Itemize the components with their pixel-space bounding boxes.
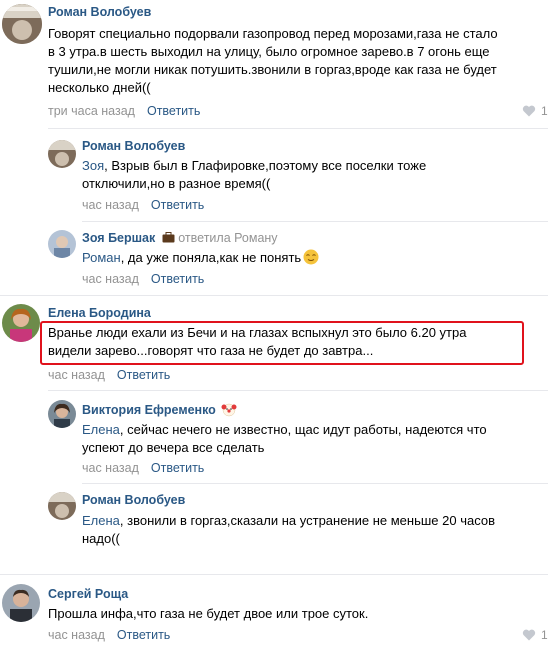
comment-line: отключили,но в разное время(( [82, 176, 271, 191]
avatar[interactable] [48, 400, 76, 428]
comment-text: Говорят специально подорвали газопровод … [48, 25, 548, 97]
reply-button[interactable]: Ответить [151, 198, 204, 212]
mention-link[interactable]: Роман [82, 250, 121, 265]
comment-time[interactable]: час назад [48, 628, 105, 642]
comment-line: Елена, сейчас нечего не известно, щас ид… [82, 421, 542, 439]
like-button[interactable]: 1 [522, 628, 548, 642]
comment-line: Зоя, Взрыв был в Глафировке,поэтому все … [82, 157, 542, 175]
comment-line: Прошла инфа,что газа не будет двое или т… [48, 606, 369, 621]
avatar-image [2, 304, 40, 342]
reply-button[interactable]: Ответить [147, 104, 200, 118]
reply-button[interactable]: Ответить [117, 628, 170, 642]
avatar-image [48, 492, 76, 520]
avatar-image [2, 584, 40, 622]
comment-author[interactable]: Роман Волобуев [82, 139, 185, 153]
avatar[interactable] [2, 4, 42, 44]
comment-text: Зоя, Взрыв был в Глафировке,поэтому все … [82, 157, 542, 193]
divider [48, 390, 548, 391]
avatar[interactable] [2, 584, 40, 622]
comment-author[interactable]: Зоя Бершак ответила Роману [82, 231, 278, 245]
comment-author[interactable]: Виктория Ефременко [82, 401, 237, 417]
avatar-image [48, 230, 76, 258]
comment-meta: час назад Ответить [82, 461, 204, 475]
divider [0, 295, 548, 296]
comment-text: Прошла инфа,что газа не будет двое или т… [48, 605, 528, 623]
comment-meta: час назад Ответить [48, 368, 170, 382]
comment-line: несколько дней(( [48, 80, 151, 95]
comment-time[interactable]: три часа назад [48, 104, 135, 118]
avatar-image [48, 140, 76, 168]
reply-button[interactable]: Ответить [117, 368, 170, 382]
avatar[interactable] [48, 140, 76, 168]
heart-icon [522, 629, 536, 641]
comment-line: Говорят специально подорвали газопровод … [48, 26, 498, 41]
comment-line-text: , да уже поняла,как не понять [120, 250, 302, 265]
comment-line: надо(( [82, 531, 120, 546]
divider [82, 221, 548, 222]
author-name[interactable]: Виктория Ефременко [82, 403, 216, 417]
comment-author[interactable]: Роман Волобуев [82, 493, 185, 507]
comment-line: Роман, да уже поняла,как не понять [82, 249, 542, 267]
mention-link[interactable]: Елена [82, 422, 120, 437]
like-button[interactable]: 1 [522, 104, 548, 118]
divider [48, 128, 548, 129]
comment-line: успеют до вечера все сделать [82, 440, 265, 455]
avatar[interactable] [2, 304, 40, 342]
reply-button[interactable]: Ответить [151, 272, 204, 286]
comment-meta: час назад Ответить [82, 272, 204, 286]
avatar-image [2, 4, 42, 44]
divider [0, 574, 548, 575]
comment-text: Елена, звонили в горгаз,сказали на устра… [82, 512, 542, 548]
comment-time[interactable]: час назад [82, 272, 139, 286]
mention-link[interactable]: Елена [82, 513, 120, 528]
comment-line: в 3 утра.в шесть выходил на улицу, было … [48, 44, 490, 59]
comment-author[interactable]: Елена Бородина [48, 306, 151, 320]
comment-text: Елена, сейчас нечего не известно, щас ид… [82, 421, 542, 457]
like-count: 1 [541, 104, 548, 118]
reply-button[interactable]: Ответить [151, 461, 204, 475]
relieved-emoji-icon [303, 249, 319, 265]
comment-author[interactable]: Роман Волобуев [48, 5, 151, 19]
comment-line-text: , сейчас нечего не известно, щас идут ра… [119, 422, 487, 437]
clown-emoji-icon [221, 403, 237, 417]
comment-line: тушили,не могли никак потушить.звонили в… [48, 62, 497, 77]
comment-line: видели зарево...говорят что газа не буде… [48, 343, 374, 358]
author-name[interactable]: Зоя Бершак [82, 231, 155, 245]
comment-time[interactable]: час назад [82, 198, 139, 212]
briefcase-icon [162, 232, 175, 243]
comment-time[interactable]: час назад [82, 461, 139, 475]
comment-line: Вранье люди ехали из Бечи и на глазах вс… [48, 325, 467, 340]
comment-time[interactable]: час назад [48, 368, 105, 382]
comment-line-text: , Взрыв был в Глафировке,поэтому все пос… [104, 158, 427, 173]
avatar[interactable] [48, 230, 76, 258]
mention-link[interactable]: Зоя [82, 158, 104, 173]
comment-author[interactable]: Сергей Роща [48, 587, 128, 601]
avatar[interactable] [48, 492, 76, 520]
comment-text: Роман, да уже поняла,как не понять [82, 249, 542, 267]
comment-meta: три часа назад Ответить [48, 104, 200, 118]
comment-meta: час назад Ответить [48, 628, 170, 642]
comment-line: Елена, звонили в горгаз,сказали на устра… [82, 512, 542, 530]
comment-line-text: , звонили в горгаз,сказали на устранение… [119, 513, 495, 528]
comment-meta: час назад Ответить [82, 198, 204, 212]
avatar-image [48, 400, 76, 428]
divider [82, 483, 548, 484]
heart-icon [522, 105, 536, 117]
comment-text: Вранье люди ехали из Бечи и на глазах вс… [48, 324, 518, 360]
like-count: 1 [541, 628, 548, 642]
replied-to: ответила Роману [178, 231, 278, 245]
